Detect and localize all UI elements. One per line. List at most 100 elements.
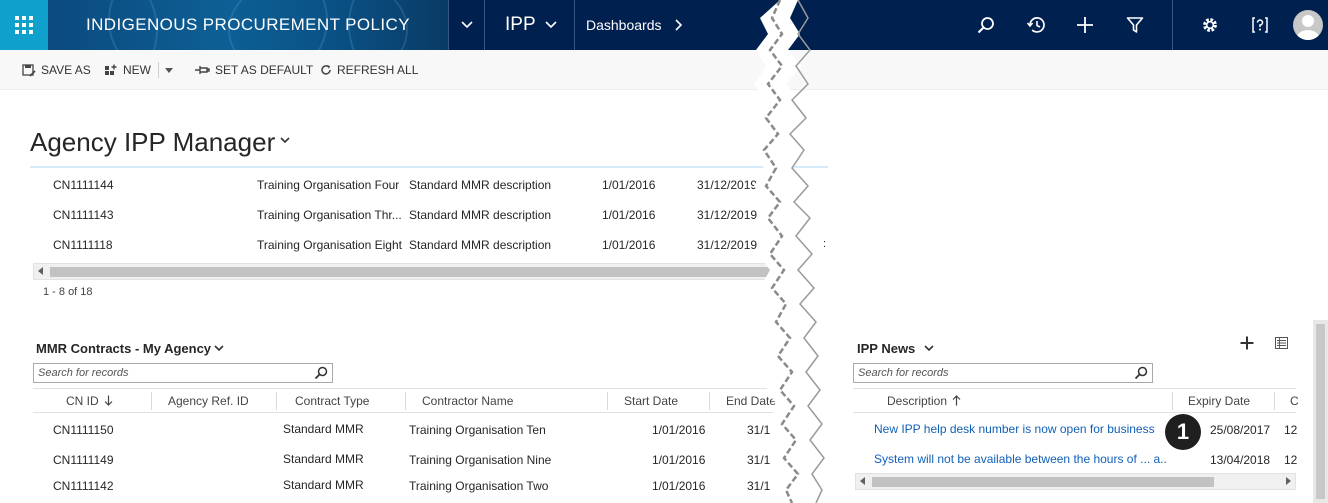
column-header-contractor-name[interactable]: Contractor Name	[422, 394, 513, 408]
end-date-cell: 31/12/2019	[697, 208, 758, 222]
column-header-expiry-date[interactable]: Expiry Date	[1188, 394, 1250, 408]
end-date-cell: 31/12/2019	[697, 238, 758, 252]
save-as-button[interactable]: SAVE AS	[22, 50, 91, 90]
scroll-left-arrow-icon[interactable]	[38, 267, 43, 275]
search-button[interactable]	[966, 0, 1006, 50]
user-avatar-icon	[1296, 15, 1320, 40]
expiry-date-cell: 25/08/2017	[1210, 423, 1271, 437]
cn-id-cell: CN1111143	[53, 208, 114, 222]
new-button[interactable]: NEW	[104, 50, 151, 90]
news-horizontal-scrollbar[interactable]	[855, 473, 1296, 490]
chevron-right-icon	[675, 19, 683, 31]
scroll-right-arrow-icon[interactable]	[1286, 477, 1291, 485]
new-dropdown-button[interactable]	[158, 50, 178, 90]
contractor-name-cell: Training Organisation Two	[409, 479, 549, 493]
page-vertical-scrollbar[interactable]	[1313, 320, 1328, 503]
annotation-callout: 1	[1165, 414, 1201, 450]
chevron-down-icon	[545, 21, 557, 29]
news-description-link[interactable]: New IPP help desk number is now open for…	[874, 422, 1164, 436]
view-selector-chevron-icon[interactable]	[924, 345, 934, 352]
set-as-default-label: SET AS DEFAULT	[215, 63, 314, 77]
extra-cell: 12	[1284, 453, 1298, 467]
mmr-search-input[interactable]	[34, 364, 308, 382]
sort-descending-icon	[104, 395, 113, 406]
news-description-link[interactable]: System will not be available between the…	[874, 452, 1166, 466]
refresh-icon	[321, 65, 331, 75]
user-avatar[interactable]	[1293, 10, 1323, 40]
description-cell: Standard MMR description	[409, 178, 552, 192]
column-header-cn-id[interactable]: CN ID	[66, 394, 113, 408]
scroll-left-arrow-icon[interactable]	[860, 477, 865, 485]
column-header-start-date[interactable]: Start Date	[624, 394, 678, 408]
top-navigation-bar: INDIGENOUS PROCUREMENT POLICY IPP Dashbo…	[0, 0, 1328, 50]
breadcrumb-dashboards[interactable]: Dashboards	[574, 0, 683, 50]
start-date-cell: 1/01/2016	[652, 423, 706, 437]
search-icon[interactable]	[1134, 366, 1148, 380]
app-title: INDIGENOUS PROCUREMENT POLICY	[86, 15, 410, 34]
history-icon	[1026, 17, 1045, 33]
column-header-end-date[interactable]: End Date	[726, 394, 776, 408]
fragment-text: :	[823, 238, 827, 250]
ipp-news-title: IPP News	[857, 341, 916, 356]
column-header-agency-ref-id[interactable]: Agency Ref. ID	[168, 394, 249, 408]
search-icon[interactable]	[314, 366, 328, 380]
column-header-contract-type[interactable]: Contract Type	[295, 394, 369, 408]
view-list-icon[interactable]	[1275, 337, 1288, 349]
chevron-down-icon	[460, 21, 473, 29]
advanced-find-button[interactable]	[1115, 0, 1155, 50]
start-date-cell: 1/01/2016	[602, 178, 656, 192]
expiry-date-cell: 13/04/2018	[1210, 453, 1271, 467]
set-as-default-button[interactable]: SET AS DEFAULT	[194, 50, 313, 90]
plus-icon	[1077, 17, 1093, 33]
settings-button[interactable]	[1190, 0, 1230, 50]
view-selector-chevron-icon[interactable]	[214, 345, 224, 352]
new-label: NEW	[123, 63, 151, 77]
start-date-cell: 1/01/2016	[602, 208, 656, 222]
cn-id-cell: CN1111150	[53, 423, 114, 437]
contractor-cell: Training Organisation Thr...	[257, 208, 402, 222]
refresh-all-button[interactable]: REFRESH ALL	[320, 50, 418, 90]
app-launcher-button[interactable]	[0, 0, 48, 50]
news-search-box	[853, 363, 1153, 383]
help-icon	[1252, 17, 1268, 33]
scrollbar-thumb[interactable]	[872, 477, 1214, 487]
column-header-c[interactable]: C	[1290, 394, 1299, 408]
save-as-icon	[22, 63, 36, 77]
mmr-search-box	[33, 363, 333, 383]
filter-icon	[1126, 17, 1144, 33]
apps-grid-icon	[15, 16, 33, 34]
end-date-cell: 31/1	[747, 423, 771, 437]
recent-records-button[interactable]	[1016, 0, 1056, 50]
start-date-cell: 1/01/2016	[602, 238, 656, 252]
plus-icon[interactable]	[1240, 336, 1254, 350]
cn-id-cell: CN1111149	[53, 453, 114, 467]
refresh-all-label: REFRESH ALL	[337, 63, 419, 77]
create-record-button[interactable]	[1065, 0, 1105, 50]
help-button[interactable]	[1240, 0, 1280, 50]
contract-type-cell: Standard MMR	[283, 478, 364, 492]
contractor-cell: Training Organisation Four	[257, 178, 400, 192]
column-header-description[interactable]: Description	[887, 394, 961, 408]
description-cell: Standard MMR description	[409, 238, 552, 252]
contractor-cell: Training Organisation Eight	[257, 238, 402, 252]
dashboard-selector-chevron-icon[interactable]	[280, 137, 290, 144]
app-title-banner[interactable]: INDIGENOUS PROCUREMENT POLICY	[48, 0, 448, 50]
mmr-contracts-title: MMR Contracts - My Agency	[36, 341, 212, 356]
top-grid-horizontal-scrollbar[interactable]	[33, 263, 773, 280]
chevron-down-icon	[165, 67, 173, 73]
gear-icon	[1203, 18, 1217, 32]
app-menu-toggle[interactable]	[448, 0, 484, 50]
scrollbar-thumb[interactable]	[1316, 324, 1325, 499]
start-date-cell: 1/01/2016	[652, 453, 706, 467]
end-date-cell: 31/1	[747, 479, 771, 493]
command-bar: SAVE AS NEW SET AS DEFAULT REFRESH ALL	[0, 50, 1328, 90]
new-icon	[105, 64, 117, 75]
area-selector[interactable]: IPP	[484, 0, 574, 50]
contractor-name-cell: Training Organisation Nine	[409, 453, 552, 467]
record-count: 1 - 8 of 18	[43, 286, 93, 298]
column-header-label: Description	[887, 394, 948, 408]
scrollbar-thumb[interactable]	[50, 267, 770, 277]
column-header-label: CN ID	[66, 394, 99, 408]
area-label: IPP	[505, 14, 536, 35]
news-search-input[interactable]	[854, 364, 1128, 382]
